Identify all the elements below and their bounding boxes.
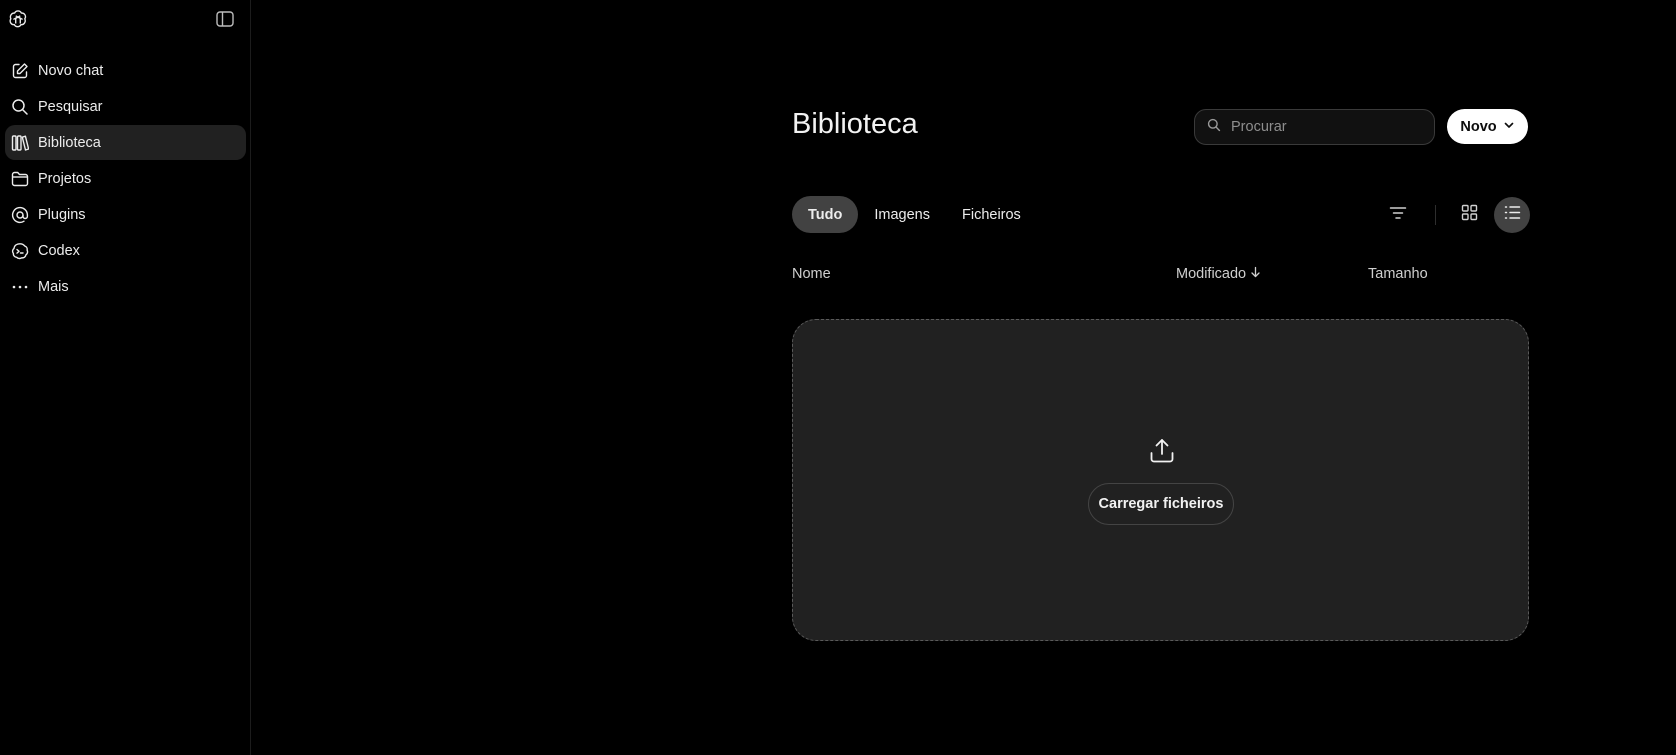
sidebar-item-label: Plugins xyxy=(38,206,86,223)
folder-icon xyxy=(9,168,31,190)
new-button-label: Novo xyxy=(1460,118,1497,135)
search-box[interactable] xyxy=(1194,109,1435,145)
sidebar-item-label: Novo chat xyxy=(38,62,104,79)
search-icon xyxy=(9,96,31,118)
toggle-sidebar-button[interactable] xyxy=(214,9,236,29)
more-icon xyxy=(9,276,31,298)
view-toggle-divider xyxy=(1435,205,1436,225)
sidebar: Novo chat Pesquisar Biblioteca Projetos … xyxy=(0,0,251,755)
sidebar-item-projetos[interactable]: Projetos xyxy=(5,161,246,196)
column-header-name[interactable]: Nome xyxy=(792,266,831,282)
sidebar-item-biblioteca[interactable]: Biblioteca xyxy=(5,125,246,160)
column-header-modified-label: Modificado xyxy=(1176,266,1247,282)
codex-icon xyxy=(9,240,31,262)
list-view-button[interactable] xyxy=(1494,197,1530,233)
sidebar-item-mais[interactable]: Mais xyxy=(5,269,246,304)
sidebar-item-label: Biblioteca xyxy=(38,134,101,151)
upload-icon xyxy=(1148,437,1176,465)
sidebar-item-novo-chat[interactable]: Novo chat xyxy=(5,53,246,88)
sidebar-item-label: Projetos xyxy=(38,170,92,187)
tab-ficheiros[interactable]: Ficheiros xyxy=(946,196,1037,233)
search-input[interactable] xyxy=(1229,118,1419,136)
sidebar-item-pesquisar[interactable]: Pesquisar xyxy=(5,89,246,124)
grid-icon xyxy=(1461,204,1478,226)
filter-button[interactable] xyxy=(1385,202,1411,228)
upload-files-button[interactable]: Carregar ficheiros xyxy=(1088,483,1234,525)
sidebar-nav: Novo chat Pesquisar Biblioteca Projetos … xyxy=(0,53,251,305)
sidebar-header xyxy=(0,0,250,38)
edit-icon xyxy=(9,60,31,82)
main-content: Biblioteca Novo Tudo Imagens Ficheiros xyxy=(252,0,1676,755)
list-icon xyxy=(1504,205,1521,225)
sidebar-item-plugins[interactable]: Plugins xyxy=(5,197,246,232)
upload-dropzone[interactable]: Carregar ficheiros xyxy=(792,319,1529,641)
sidebar-item-label: Pesquisar xyxy=(38,98,103,115)
page-title: Biblioteca xyxy=(792,108,918,140)
filter-icon xyxy=(1389,206,1407,225)
library-icon xyxy=(9,132,31,154)
sidebar-item-codex[interactable]: Codex xyxy=(5,233,246,268)
search-icon xyxy=(1207,118,1221,137)
sidebar-item-label: Mais xyxy=(38,278,69,295)
new-button[interactable]: Novo xyxy=(1447,109,1528,144)
filter-tabs: Tudo Imagens Ficheiros xyxy=(792,196,1037,233)
chevron-down-icon xyxy=(1503,119,1515,135)
column-header-size[interactable]: Tamanho xyxy=(1368,266,1428,282)
at-icon xyxy=(9,204,31,226)
sidebar-item-label: Codex xyxy=(38,242,80,259)
tab-tudo[interactable]: Tudo xyxy=(792,196,859,233)
tab-imagens[interactable]: Imagens xyxy=(858,196,946,233)
openai-logo-icon[interactable] xyxy=(7,8,29,30)
arrow-down-icon xyxy=(1250,266,1261,282)
column-header-modified[interactable]: Modificado xyxy=(1176,266,1261,282)
grid-view-button[interactable] xyxy=(1452,198,1486,232)
